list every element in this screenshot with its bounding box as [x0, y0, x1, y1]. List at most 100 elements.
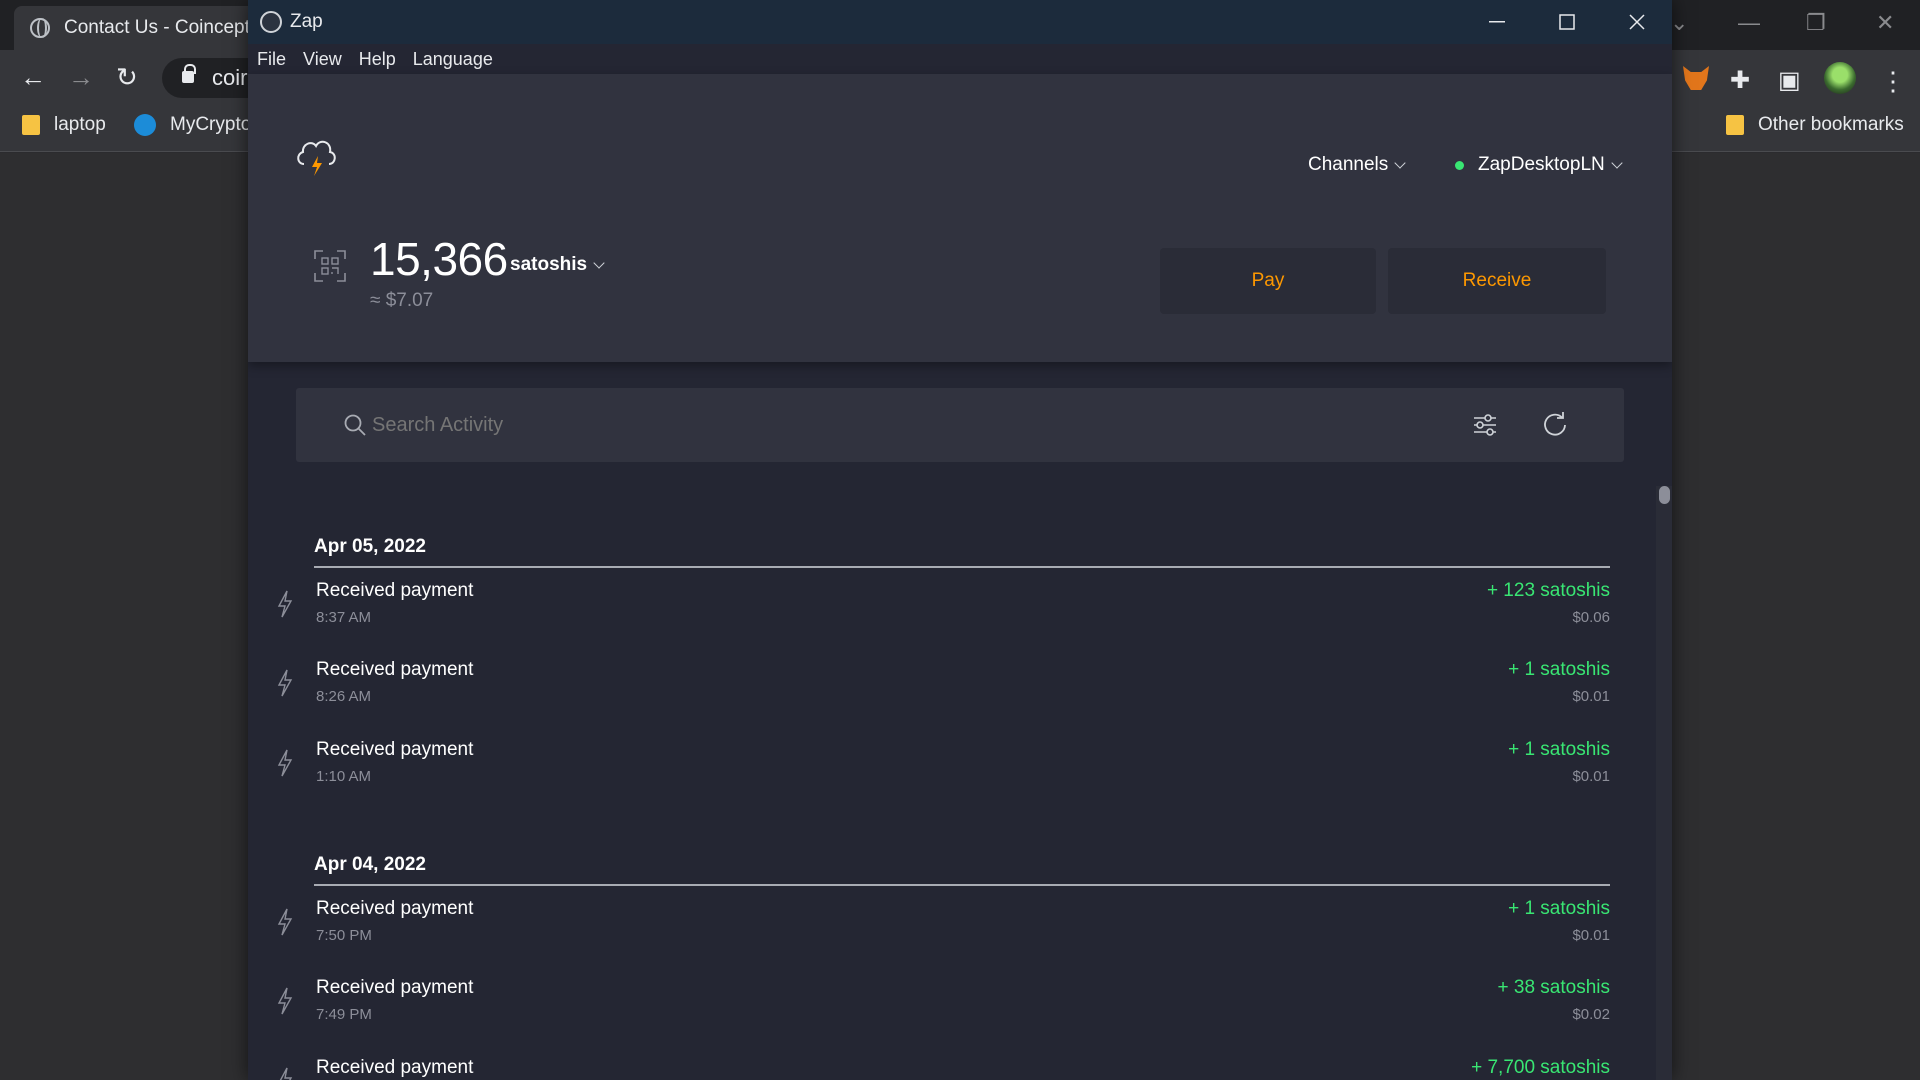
minimize-button[interactable]	[1462, 0, 1532, 44]
channels-label: Channels	[1308, 154, 1389, 175]
close-icon[interactable]: ✕	[1876, 10, 1894, 36]
activity-amount: + 123 satoshis	[1486, 580, 1610, 601]
lightning-bolt-icon	[277, 590, 293, 618]
address-text: coir	[212, 65, 248, 90]
folder-icon	[1726, 115, 1744, 135]
search-input[interactable]	[372, 414, 637, 437]
activity-row[interactable]: Received payment 7:49 PM + 38 satoshis $…	[248, 977, 1672, 1037]
activity-amount: + 1 satoshis	[1508, 739, 1610, 760]
forward-icon[interactable]: →	[68, 64, 94, 90]
activity-date-header: Apr 05, 2022	[314, 536, 426, 557]
scrollbar-track[interactable]	[1656, 486, 1672, 1080]
channels-dropdown[interactable]: Channels	[1308, 154, 1406, 176]
lock-icon	[182, 64, 196, 83]
activity-row[interactable]: Received payment 7:50 PM + 1 satoshis $0…	[248, 898, 1672, 958]
reload-icon[interactable]: ↻	[116, 64, 138, 90]
fiat-balance: ≈ $7.07	[370, 290, 434, 311]
activity-title: Received payment	[316, 977, 474, 998]
activity-amount: + 1 satoshis	[1508, 659, 1610, 680]
minimize-icon	[1489, 21, 1505, 23]
activity-title: Received payment	[316, 580, 474, 601]
maximize-button[interactable]	[1532, 0, 1602, 44]
zap-app-icon	[260, 11, 282, 33]
bookmark-laptop[interactable]: laptop	[22, 114, 106, 136]
lightning-bolt-icon	[277, 987, 293, 1015]
node-status-dot	[1455, 160, 1464, 170]
menu-file[interactable]: File	[257, 49, 286, 70]
menu-bar: File View Help Language	[248, 44, 1672, 74]
activity-fiat: $0.06	[1572, 609, 1610, 626]
activity-time: 1:10 AM	[316, 768, 372, 785]
chevron-down-icon	[1394, 156, 1406, 169]
zap-cloud-logo-icon[interactable]	[294, 132, 338, 178]
side-panel-icon[interactable]: ▣	[1778, 66, 1801, 95]
maximize-icon	[1559, 14, 1575, 30]
bookmark-label: MyCrypto	[170, 114, 252, 135]
refresh-icon[interactable]	[1538, 408, 1572, 442]
activity-amount: + 1 satoshis	[1508, 898, 1610, 919]
activity-fiat: $0.02	[1572, 1006, 1610, 1023]
minimize-icon[interactable]: —	[1738, 10, 1760, 36]
activity-title: Received payment	[316, 898, 474, 919]
chevron-down-icon	[593, 256, 605, 269]
title-bar: Zap	[248, 0, 1672, 44]
activity-search-bar	[296, 388, 1624, 462]
pay-button[interactable]: Pay	[1160, 248, 1376, 314]
activity-fiat: $0.01	[1572, 927, 1610, 944]
lightning-bolt-icon	[277, 908, 293, 936]
puzzle-extensions-icon[interactable]: ✚	[1730, 66, 1750, 95]
back-icon[interactable]: ←	[20, 64, 46, 90]
unit-label: satoshis	[510, 254, 588, 275]
unit-selector[interactable]: satoshis	[510, 254, 605, 276]
folder-icon	[22, 115, 40, 135]
chevron-down-icon	[1611, 156, 1623, 169]
receive-button[interactable]: Receive	[1388, 248, 1606, 314]
window-title: Zap	[290, 11, 323, 32]
close-icon	[1629, 14, 1645, 30]
browser-tab[interactable]: Contact Us - Coincept	[14, 6, 264, 50]
scrollbar-thumb[interactable]	[1659, 486, 1670, 504]
zap-window: Zap File View Help Language Channels Zap…	[248, 0, 1672, 1080]
activity-fiat: $0.01	[1572, 768, 1610, 785]
activity-row[interactable]: Received payment 1:10 AM + 1 satoshis $0…	[248, 739, 1672, 799]
activity-date-header: Apr 04, 2022	[314, 854, 426, 875]
activity-time: 7:50 PM	[316, 927, 372, 944]
activity-row[interactable]: Received payment 8:26 AM + 1 satoshis $0…	[248, 659, 1672, 719]
activity-time: 8:37 AM	[316, 609, 372, 626]
filter-sliders-icon[interactable]	[1468, 408, 1502, 442]
date-divider	[314, 566, 1610, 568]
menu-language[interactable]: Language	[413, 49, 493, 70]
activity-row[interactable]: Received payment 8:37 AM + 123 satoshis …	[248, 580, 1672, 640]
activity-time: 8:26 AM	[316, 688, 372, 705]
bookmark-mycrypto[interactable]: MyCrypto	[134, 114, 251, 136]
balance-amount: 15,366	[370, 233, 508, 285]
activity-fiat: $0.01	[1572, 688, 1610, 705]
activity-title: Received payment	[316, 739, 474, 760]
activity-time: 7:49 PM	[316, 1006, 372, 1023]
activity-row[interactable]: Received payment + 7,700 satoshis	[248, 1057, 1672, 1080]
search-icon	[344, 414, 366, 436]
qr-code-icon[interactable]	[314, 250, 346, 282]
lightning-bolt-icon	[277, 669, 293, 697]
restore-icon[interactable]: ❐	[1806, 10, 1826, 36]
date-divider	[314, 884, 1610, 886]
lightning-bolt-icon	[277, 749, 293, 777]
bookmark-label: Other bookmarks	[1758, 114, 1904, 135]
activity-amount: + 38 satoshis	[1497, 977, 1611, 998]
menu-view[interactable]: View	[303, 49, 342, 70]
activity-title: Received payment	[316, 1057, 474, 1078]
lightning-bolt-icon	[279, 1067, 293, 1080]
more-menu-icon[interactable]: ⋮	[1880, 66, 1906, 97]
activity-title: Received payment	[316, 659, 474, 680]
node-dropdown[interactable]: ZapDesktopLN	[1455, 154, 1623, 176]
wallet-header: Channels ZapDesktopLN 15,366 satoshis ≈ …	[248, 74, 1672, 362]
chevron-down-icon[interactable]: ⌄	[1670, 10, 1688, 36]
browser-tab-title: Contact Us - Coincept	[64, 17, 250, 38]
bookmark-label: laptop	[54, 114, 106, 135]
activity-amount: + 7,700 satoshis	[1471, 1057, 1610, 1078]
close-button[interactable]	[1602, 0, 1672, 44]
menu-help[interactable]: Help	[359, 49, 396, 70]
other-bookmarks[interactable]: Other bookmarks	[1726, 114, 1904, 136]
globe-icon	[30, 18, 50, 38]
profile-avatar[interactable]	[1824, 62, 1856, 94]
